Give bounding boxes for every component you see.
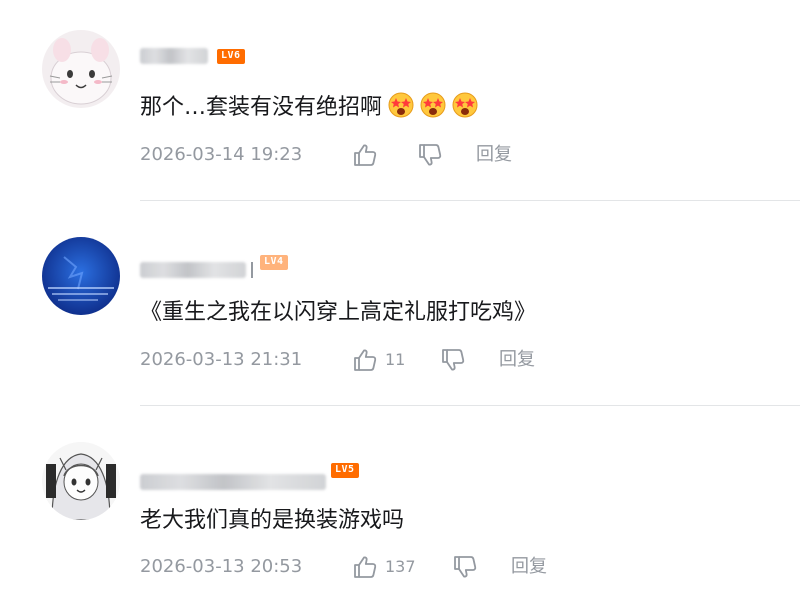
like-count: 137 xyxy=(385,557,416,576)
username-blurred[interactable] xyxy=(140,262,246,278)
like-button[interactable] xyxy=(352,554,378,580)
comment-text: 那个…套装有没有绝招啊 xyxy=(140,92,478,123)
dislike-button[interactable] xyxy=(440,347,466,373)
level-badge: LV6 xyxy=(217,49,245,64)
dislike-button[interactable] xyxy=(452,554,478,580)
dislike-button[interactable] xyxy=(417,142,443,168)
comment-text-body: 那个…套装有没有绝招啊 xyxy=(140,95,383,120)
thumbs-up-icon xyxy=(354,349,377,371)
reply-button[interactable]: 回复 xyxy=(476,143,512,167)
reply-button[interactable]: 回复 xyxy=(499,348,535,372)
reply-button[interactable]: 回复 xyxy=(511,555,547,579)
like-count: 11 xyxy=(385,350,406,369)
comment-text: 《重生之我在以闪穿上高定礼服打吃鸡》 xyxy=(140,300,537,325)
comment-text: 老大我们真的是换装游戏吗 xyxy=(140,508,405,533)
username-blurred[interactable] xyxy=(140,48,208,64)
like-button[interactable] xyxy=(352,347,378,373)
comment-item: LV4 《重生之我在以闪穿上高定礼服打吃鸡》 2026-03-13 21:31 … xyxy=(0,204,800,408)
comment-date: 2026-03-14 19:23 xyxy=(140,144,303,165)
star-struck-emoji xyxy=(452,92,478,118)
star-struck-emoji xyxy=(420,92,446,118)
thumbs-down-icon xyxy=(442,349,465,371)
comment-item: LV5 老大我们真的是换装游戏吗 2026-03-13 20:53 137 回复 xyxy=(0,404,800,608)
username-blurred[interactable] xyxy=(140,474,326,490)
avatar[interactable] xyxy=(42,237,120,315)
thumbs-up-icon xyxy=(354,144,377,166)
username-separator xyxy=(251,262,253,278)
star-struck-emoji xyxy=(388,92,414,118)
thumbs-down-icon xyxy=(454,556,477,578)
level-badge: LV5 xyxy=(331,463,359,478)
divider xyxy=(140,200,800,201)
like-button[interactable] xyxy=(352,142,378,168)
level-badge: LV4 xyxy=(260,255,288,270)
comment-item: LV6 那个…套装有没有绝招啊 2026-03-14 19:23 回复 xyxy=(0,0,800,204)
comment-date: 2026-03-13 21:31 xyxy=(140,349,303,370)
thumbs-down-icon xyxy=(419,144,442,166)
avatar[interactable] xyxy=(42,30,120,108)
thumbs-up-icon xyxy=(354,556,377,578)
comment-date: 2026-03-13 20:53 xyxy=(140,556,303,577)
avatar[interactable] xyxy=(42,442,120,520)
